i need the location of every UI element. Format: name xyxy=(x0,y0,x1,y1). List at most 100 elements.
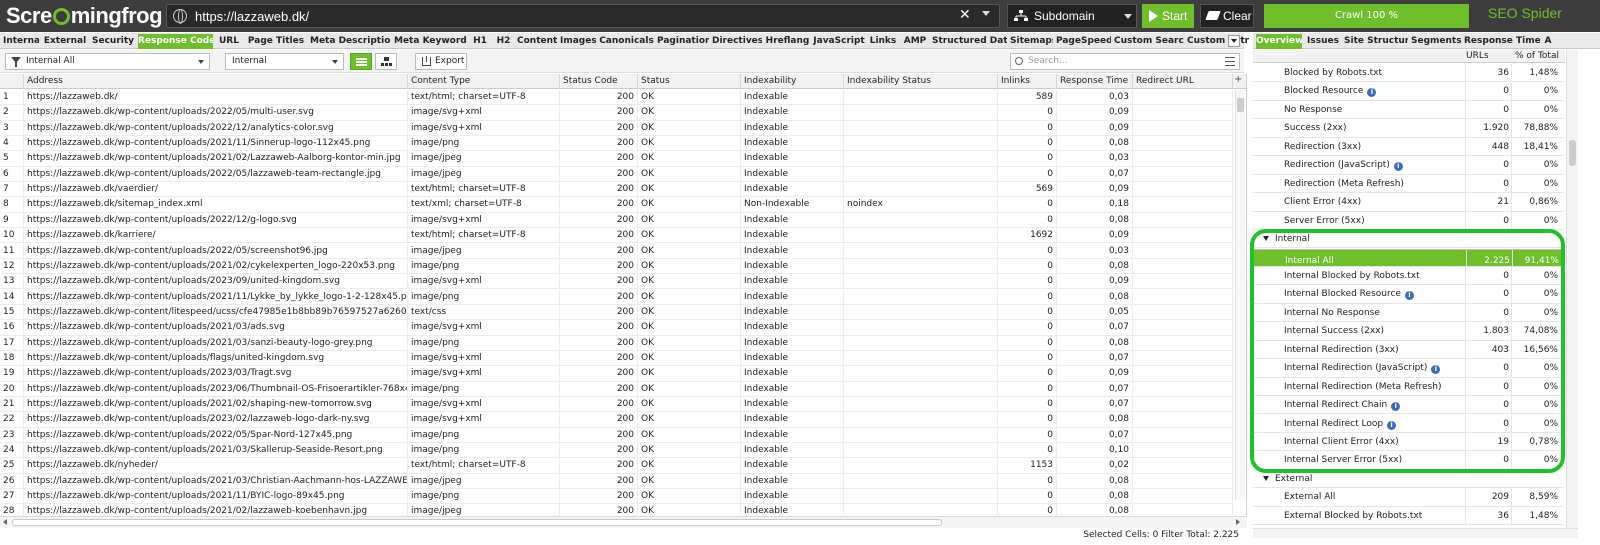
table-row[interactable]: 16 https://lazzaweb.dk/wp-content/uploads… xyxy=(0,320,1233,336)
tab-internal[interactable]: Internal xyxy=(3,34,39,49)
overview-item-no-response[interactable]: No Response 0 0% xyxy=(1253,100,1563,120)
right-tab-segments[interactable]: Segments xyxy=(1411,34,1461,49)
overview-horizontal-scrollbar[interactable] xyxy=(1253,528,1578,538)
overview-item-external-blocked-by-robots-txt[interactable]: External Blocked by Robots.txt 36 1,48% xyxy=(1253,506,1563,526)
table-row[interactable]: 28 https://lazzaweb.dk/wp-content/uploads… xyxy=(0,504,1233,515)
info-icon[interactable]: i xyxy=(1387,420,1397,430)
tab-h1[interactable]: H1 xyxy=(470,34,490,49)
horizontal-scroll-thumb[interactable] xyxy=(12,519,942,526)
overview-section-external[interactable]: External xyxy=(1253,470,1563,489)
scope-select[interactable]: Internal xyxy=(225,53,344,70)
overview-item-client-error-4xx[interactable]: Client Error (4xx) 21 0,86% xyxy=(1253,193,1563,212)
export-button[interactable]: Export xyxy=(415,53,467,70)
horizontal-scrollbar[interactable] xyxy=(0,516,1247,528)
table-row[interactable]: 15 https://lazzaweb.dk/wp-content/litespe… xyxy=(0,304,1233,321)
table-row[interactable]: 19 https://lazzaweb.dk/wp-content/uploads… xyxy=(0,366,1233,382)
overview-item-blocked-resource[interactable]: Blocked Resource i 0 0% xyxy=(1253,82,1563,101)
clear-button[interactable]: Clear xyxy=(1200,4,1254,28)
list-view-button[interactable] xyxy=(350,53,372,70)
overview-item-internal-all[interactable]: Internal All 2.225 91,41% xyxy=(1253,248,1563,267)
tab-content[interactable]: Content xyxy=(517,34,557,49)
table-row[interactable]: 3 https://lazzaweb.dk/wp-content/uploads/… xyxy=(0,120,1233,136)
right-tab-site-structure[interactable]: Site Structure xyxy=(1344,34,1408,49)
overview-item-internal-no-response[interactable]: Internal No Response 0 0% xyxy=(1253,303,1563,323)
column-header-response-time[interactable]: Response Time xyxy=(1057,74,1133,89)
tab-custom-search[interactable]: Custom Search xyxy=(1114,34,1184,49)
column-header-inlinks[interactable]: Inlinks xyxy=(998,74,1057,89)
tree-view-button[interactable] xyxy=(375,53,397,70)
vertical-scrollbar[interactable] xyxy=(1235,90,1245,500)
overview-item-redirection-meta-refresh[interactable]: Redirection (Meta Refresh) 0 0% xyxy=(1253,174,1563,194)
overview-item-redirection-3xx[interactable]: Redirection (3xx) 448 18,41% xyxy=(1253,137,1563,157)
column-header-redirect-url[interactable]: Redirect URL xyxy=(1133,74,1233,89)
overview-item-internal-client-error-4xx[interactable]: Internal Client Error (4xx) 19 0,78% xyxy=(1253,433,1563,452)
info-icon[interactable]: i xyxy=(1367,88,1377,98)
right-tab-overview[interactable]: Overview xyxy=(1256,34,1302,49)
expand-caret-icon[interactable] xyxy=(1263,475,1269,481)
tab-pagination[interactable]: Pagination xyxy=(657,34,709,49)
scroll-right-icon[interactable] xyxy=(1236,519,1240,525)
overview-item-server-error-5xx[interactable]: Server Error (5xx) 0 0% xyxy=(1253,211,1563,230)
table-row[interactable]: 5 https://lazzaweb.dk/wp-content/uploads/… xyxy=(0,151,1233,167)
overview-item-redirection-javascript[interactable]: Redirection (JavaScript) i 0 0% xyxy=(1253,156,1563,175)
tab-structured-data[interactable]: Structured Data xyxy=(932,34,1007,49)
search-options-icon[interactable] xyxy=(1225,57,1235,58)
column-header-indexability-status[interactable]: Indexability Status xyxy=(844,74,998,89)
table-row[interactable]: 14 https://lazzaweb.dk/wp-content/uploads… xyxy=(0,289,1233,305)
tab-hreflang[interactable]: Hreflang xyxy=(765,34,810,49)
tab-meta-keywords[interactable]: Meta Keywords xyxy=(394,34,467,49)
table-row[interactable]: 11 https://lazzaweb.dk/wp-content/uploads… xyxy=(0,243,1233,259)
info-icon[interactable]: i xyxy=(1391,402,1401,412)
overview-item-internal-redirection-javascript[interactable]: Internal Redirection (JavaScript) i 0 0% xyxy=(1253,359,1563,378)
add-column-icon[interactable]: + xyxy=(1234,74,1242,85)
tab-pagespeed[interactable]: PageSpeed xyxy=(1056,34,1111,49)
info-icon[interactable]: i xyxy=(1431,365,1441,375)
info-icon[interactable]: i xyxy=(1404,291,1414,301)
table-row[interactable]: 8 https://lazzaweb.dk/sitemap_index.xml te… xyxy=(0,197,1233,213)
table-row[interactable]: 24 https://lazzaweb.dk/wp-content/uploads… xyxy=(0,443,1233,459)
table-row[interactable]: 17 https://lazzaweb.dk/wp-content/uploads… xyxy=(0,335,1233,351)
table-row[interactable]: 6 https://lazzaweb.dk/wp-content/uploads/… xyxy=(0,166,1233,183)
table-row[interactable]: 21 https://lazzaweb.dk/wp-content/uploads… xyxy=(0,397,1233,413)
table-row[interactable]: 23 https://lazzaweb.dk/wp-content/uploads… xyxy=(0,427,1233,443)
tab-meta-description[interactable]: Meta Description xyxy=(310,34,391,49)
tab-amp[interactable]: AMP xyxy=(901,34,929,49)
tab-sitemaps[interactable]: Sitemaps xyxy=(1010,34,1053,49)
tab-directives[interactable]: Directives xyxy=(712,34,762,49)
tab-page-titles[interactable]: Page Titles xyxy=(245,34,307,49)
table-row[interactable]: 22 https://lazzaweb.dk/wp-content/uploads… xyxy=(0,412,1233,428)
tab-images[interactable]: Images xyxy=(560,34,596,49)
table-row[interactable]: 7 https://lazzaweb.dk/vaerdier/text/html;… xyxy=(0,182,1233,198)
scroll-left-icon[interactable] xyxy=(3,519,7,525)
overview-item-internal-redirect-chain[interactable]: Internal Redirect Chain i 0 0% xyxy=(1253,396,1563,415)
tab-external[interactable]: External xyxy=(42,34,88,49)
overview-item-internal-blocked-resource[interactable]: Internal Blocked Resource i 0 0% xyxy=(1253,285,1563,304)
overview-section-internal[interactable]: Internal xyxy=(1253,230,1563,249)
overview-item-internal-redirect-loop[interactable]: Internal Redirect Loop i 0 0% xyxy=(1253,414,1563,433)
table-row[interactable]: 4 https://lazzaweb.dk/wp-content/uploads/… xyxy=(0,136,1233,152)
search-input[interactable]: Search... xyxy=(1010,53,1240,70)
overview-item-internal-server-error-5xx[interactable]: Internal Server Error (5xx) 0 0% xyxy=(1253,451,1563,470)
overview-item-external-all[interactable]: External All 209 8,59% xyxy=(1253,488,1563,507)
tab-overflow-dropdown-icon[interactable] xyxy=(1228,35,1240,47)
overview-item-internal-blocked-by-robots-txt[interactable]: Internal Blocked by Robots.txt 0 0% xyxy=(1253,266,1563,286)
tab-response-codes[interactable]: Response Codes xyxy=(138,34,213,49)
table-row[interactable]: 18 https://lazzaweb.dk/wp-content/uploads… xyxy=(0,350,1233,367)
tab-javascript[interactable]: JavaScript xyxy=(813,34,865,49)
table-row[interactable]: 12 https://lazzaweb.dk/wp-content/uploads… xyxy=(0,258,1233,275)
table-row[interactable]: 9 https://lazzaweb.dk/wp-content/uploads/… xyxy=(0,212,1233,229)
clear-url-icon[interactable]: ✕ xyxy=(959,7,971,23)
column-header-status-code[interactable]: Status Code xyxy=(560,74,638,89)
tab-security[interactable]: Security xyxy=(91,34,135,49)
overview-item-internal-success-2xx[interactable]: Internal Success (2xx) 1.803 74,08% xyxy=(1253,322,1563,341)
table-row[interactable]: 27 https://lazzaweb.dk/wp-content/uploads… xyxy=(0,489,1233,505)
tab-canonicals[interactable]: Canonicals xyxy=(599,34,654,49)
tab-links[interactable]: Links xyxy=(868,34,898,49)
table-row[interactable]: 1 https://lazzaweb.dk/text/html; charset=… xyxy=(0,90,1233,106)
overview-item-blocked-by-robots-txt[interactable]: Blocked by Robots.txt 36 1,48% xyxy=(1253,64,1563,83)
url-history-dropdown-icon[interactable] xyxy=(982,11,990,16)
right-tab-response-times[interactable]: Response Times xyxy=(1464,34,1540,49)
tab-url[interactable]: URL xyxy=(216,34,242,49)
table-row[interactable]: 26 https://lazzaweb.dk/wp-content/uploads… xyxy=(0,473,1233,490)
table-row[interactable]: 20 https://lazzaweb.dk/wp-content/uploads… xyxy=(0,381,1233,397)
